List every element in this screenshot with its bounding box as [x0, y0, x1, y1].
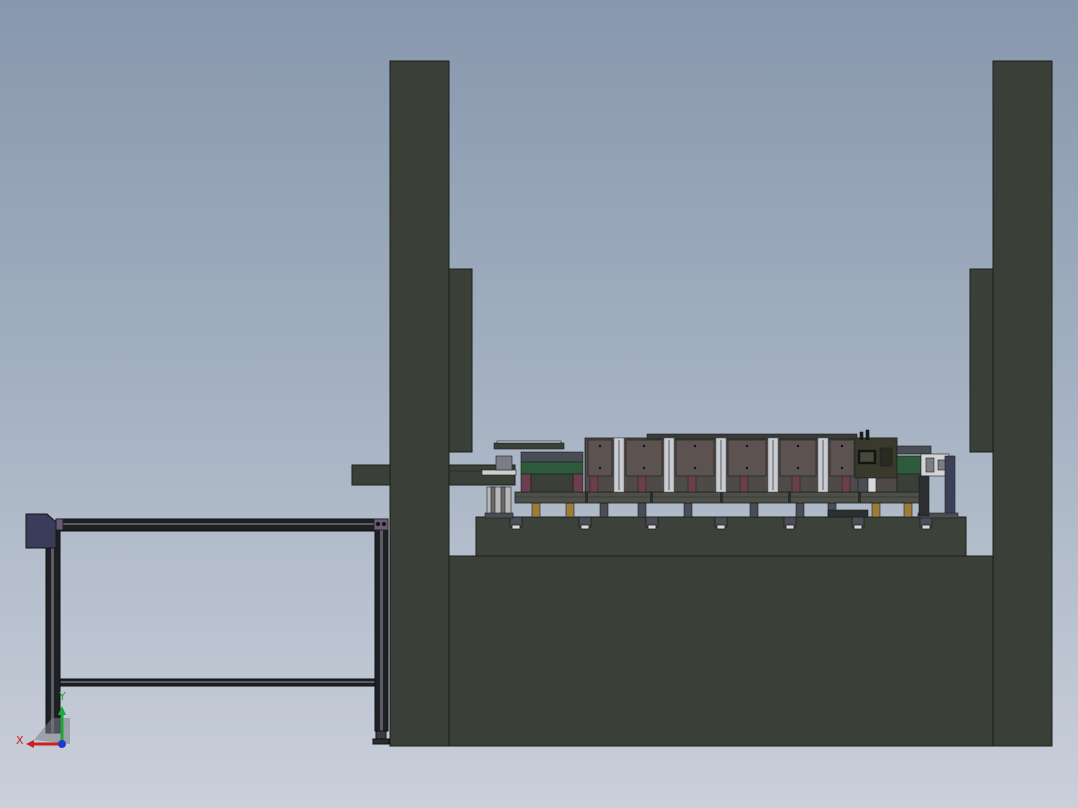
support-legs	[531, 502, 913, 518]
right-column-pad	[969, 268, 994, 453]
profile-frame	[45, 518, 390, 745]
right-column	[992, 60, 1053, 747]
frame-foot	[375, 730, 387, 740]
left-column	[389, 60, 450, 747]
x-axis-label: X	[16, 734, 24, 747]
z-axis-dot	[58, 740, 66, 748]
fixture-assembly	[481, 429, 959, 530]
cad-model-scene[interactable]: X Y	[0, 0, 1078, 808]
cad-viewport[interactable]: X Y	[0, 0, 1078, 808]
left-column-pad	[448, 268, 473, 453]
base-block	[448, 555, 994, 747]
y-axis-label: Y	[58, 690, 66, 703]
profile-end-cap	[25, 513, 57, 549]
locator-block-left	[520, 451, 584, 493]
machine-frame	[351, 60, 1053, 747]
triad-ghost-cube	[34, 718, 70, 744]
side-bracket-left	[351, 464, 391, 486]
coordinate-triad[interactable]: X Y	[16, 690, 70, 748]
